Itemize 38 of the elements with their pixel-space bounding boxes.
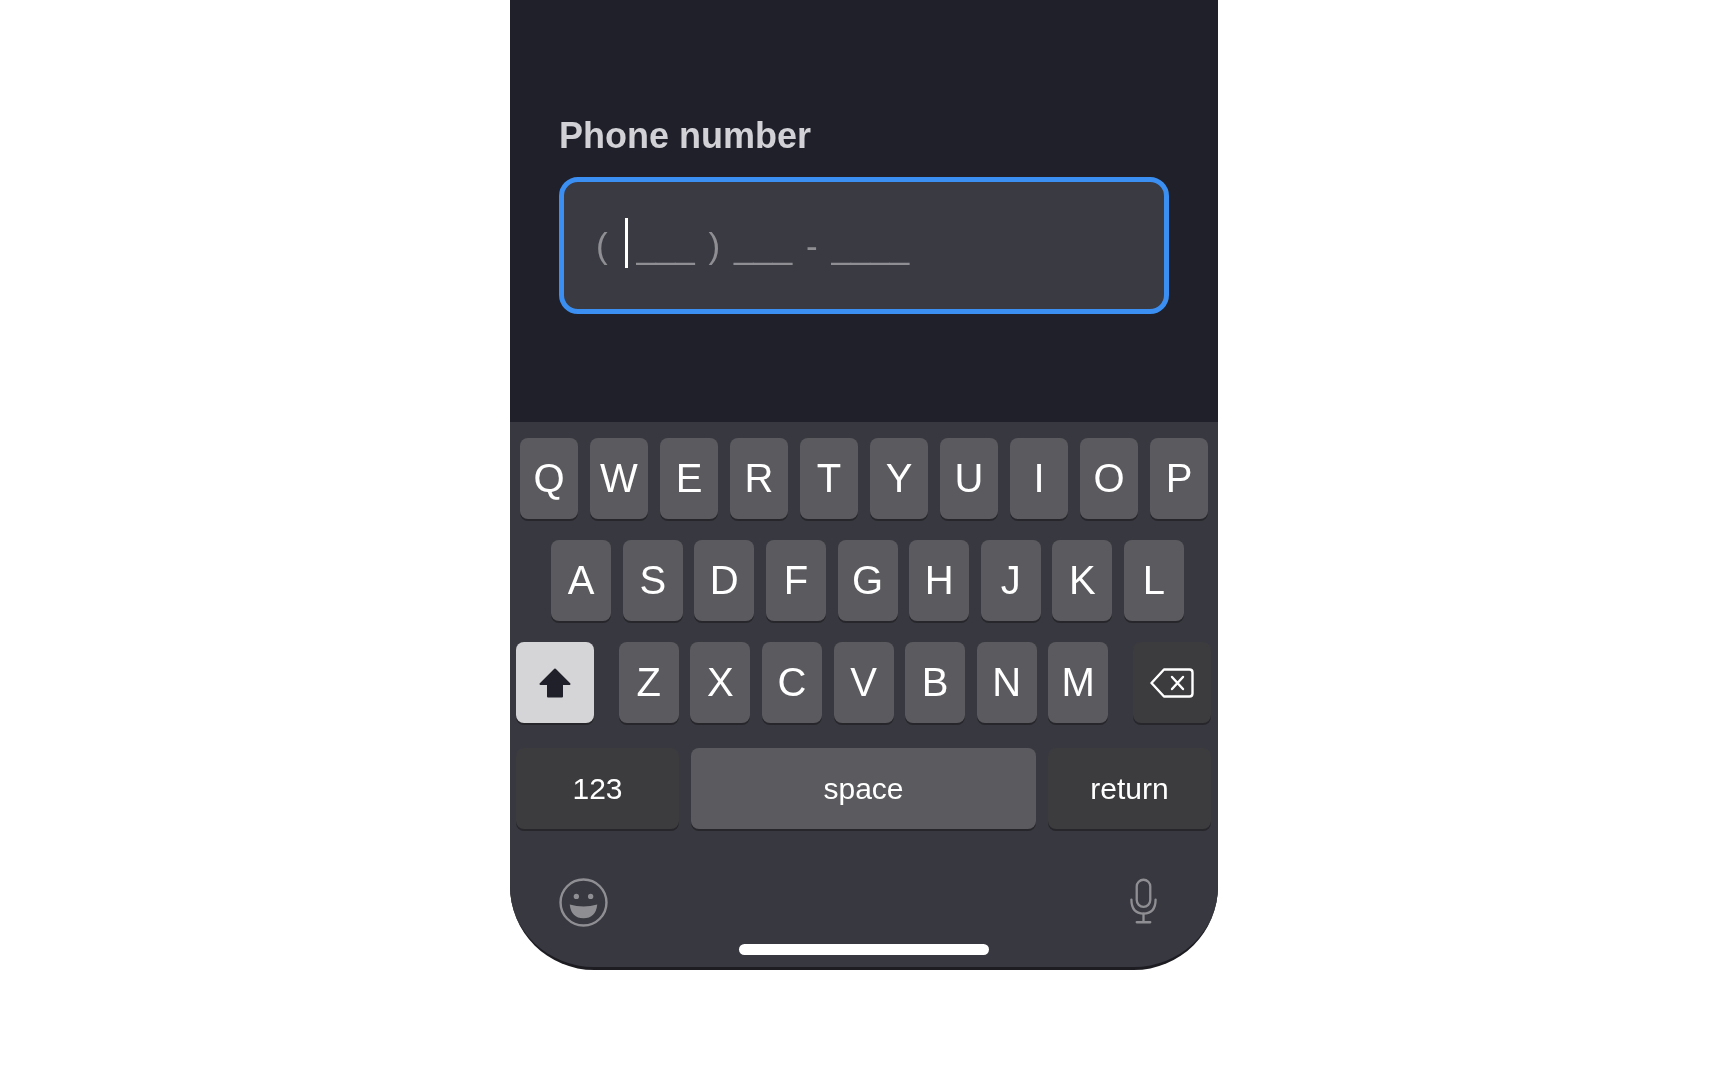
letter-key[interactable]: N xyxy=(976,642,1037,723)
text-cursor-icon xyxy=(625,217,629,268)
letter-key[interactable]: V xyxy=(833,642,894,723)
letter-key[interactable]: Q xyxy=(520,438,578,519)
letter-key[interactable]: C xyxy=(761,642,822,723)
shift-key[interactable] xyxy=(516,642,594,723)
field-label: Phone number xyxy=(559,114,812,157)
backspace-icon xyxy=(1150,667,1194,698)
return-key[interactable]: return xyxy=(1048,748,1211,829)
letter-key[interactable]: D xyxy=(694,540,755,621)
letter-key[interactable]: L xyxy=(1123,540,1184,621)
delete-key[interactable] xyxy=(1133,642,1211,723)
input-field[interactable]: ( ___ ) ___ - ____ xyxy=(559,177,1169,314)
letter-key[interactable]: H xyxy=(909,540,970,621)
letter-key[interactable]: B xyxy=(905,642,966,723)
numbers-key[interactable]: 123 xyxy=(516,748,679,829)
letter-key[interactable]: Z xyxy=(618,642,679,723)
emoji-icon[interactable] xyxy=(559,878,608,927)
letter-key[interactable]: E xyxy=(660,438,718,519)
letter-key[interactable]: M xyxy=(1048,642,1109,723)
letter-key[interactable]: W xyxy=(590,438,648,519)
letter-key[interactable]: Y xyxy=(870,438,928,519)
microphone-icon[interactable] xyxy=(1129,878,1158,925)
letter-key[interactable]: U xyxy=(940,438,998,519)
up-arrow-icon xyxy=(539,667,571,698)
letter-key[interactable]: F xyxy=(765,540,826,621)
letter-key[interactable]: R xyxy=(730,438,788,519)
letter-key[interactable]: S xyxy=(622,540,683,621)
letter-key[interactable]: G xyxy=(837,540,898,621)
letter-key[interactable]: P xyxy=(1150,438,1208,519)
letter-key[interactable]: K xyxy=(1052,540,1113,621)
letter-key[interactable]: T xyxy=(800,438,858,519)
letter-key[interactable]: X xyxy=(690,642,751,723)
letter-key[interactable]: A xyxy=(551,540,612,621)
letter-key[interactable]: I xyxy=(1010,438,1068,519)
space-key[interactable]: space xyxy=(691,748,1036,829)
letter-key[interactable]: J xyxy=(980,540,1041,621)
letter-key[interactable]: O xyxy=(1080,438,1138,519)
